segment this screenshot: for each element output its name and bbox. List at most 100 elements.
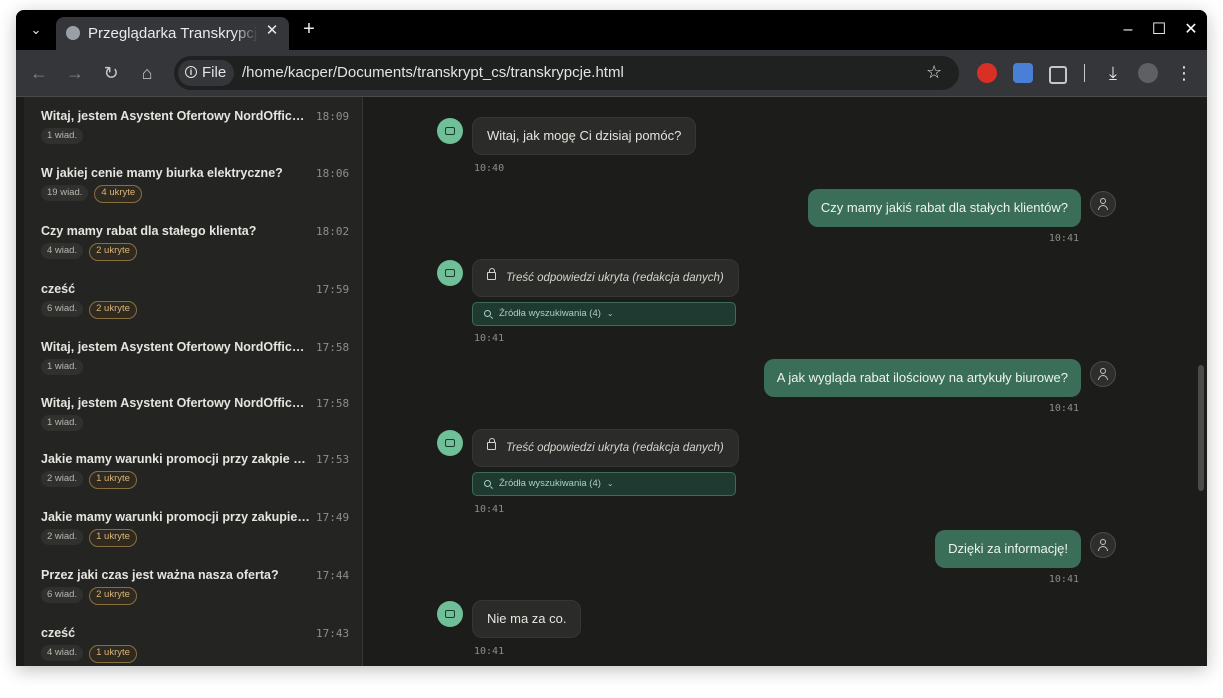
bot-avatar-icon — [437, 260, 463, 286]
conversation-time: 18:09 — [316, 110, 350, 123]
extension-translate-icon[interactable] — [1013, 63, 1033, 83]
back-arrow-icon[interactable]: ← — [28, 62, 50, 84]
message-time: 10:41 — [474, 333, 505, 344]
tab-strip: ⌄ Przeglądarka Transkrypcji ✕ + – ☐ ✕ — [16, 10, 1207, 50]
message-time: 10:41 — [1048, 233, 1079, 244]
download-icon[interactable]: ⤓ — [1103, 63, 1123, 83]
reload-icon[interactable]: ↻ — [100, 62, 122, 84]
redacted-text: Treść odpowiedzi ukryta (redakcja danych… — [506, 272, 724, 284]
bookmark-star-icon[interactable]: ☆ — [926, 62, 942, 83]
bot-message-bubble: Nie ma za co. — [472, 600, 582, 638]
chat-panel: 10:40 Witaj, jak mogę Ci dzisiaj pomóc? 1… — [363, 97, 1207, 666]
message-count-badge: 1 wiad. — [41, 359, 84, 375]
info-icon: i — [185, 66, 197, 78]
user-message-bubble: Czy mamy jakiś rabat dla stałych klientó… — [807, 189, 1081, 227]
conversation-time: 17:58 — [316, 341, 350, 354]
user-avatar-icon — [1090, 361, 1116, 387]
search-sources-toggle[interactable]: Źródła wyszukiwania (4) ⌄ — [472, 472, 736, 496]
site-info-chip[interactable]: i File — [178, 60, 234, 86]
conversation-title: Witaj, jestem Asystent Ofertowy NordOffi… — [41, 396, 311, 410]
message-count-badge: 4 wiad. — [41, 645, 84, 661]
conversation-item[interactable]: Przez jaki czas jest ważna nasza oferta?… — [24, 556, 362, 614]
maximize-icon[interactable]: ☐ — [1149, 20, 1169, 40]
conversation-badges: 4 wiad. 1 ukryte — [41, 645, 137, 663]
conversation-time: 17:49 — [316, 511, 350, 524]
conversation-item[interactable]: Jakie mamy warunki promocji przy zakupie… — [24, 498, 362, 556]
conversation-item[interactable]: Czy mamy rabat dla stałego klienta? 18:02… — [24, 212, 362, 270]
conversation-item[interactable]: cześć 17:43 4 wiad. 1 ukryte — [24, 614, 362, 666]
conversation-time: 18:02 — [316, 225, 350, 238]
conversation-title: Witaj, jestem Asystent Ofertowy NordOffi… — [41, 340, 311, 354]
conversation-title: Witaj, jestem Asystent Ofertowy NordOffi… — [41, 109, 311, 123]
bot-message-bubble: Witaj, jak mogę Ci dzisiaj pomóc? — [472, 117, 697, 155]
conversation-title: Czy mamy rabat dla stałego klienta? — [41, 224, 257, 238]
conversation-item[interactable]: Jakie mamy warunki promocji przy zakpie … — [24, 440, 362, 498]
hidden-count-badge: 1 ukryte — [89, 529, 137, 547]
conversation-list[interactable]: Witaj, jestem Asystent Ofertowy NordOffi… — [24, 97, 363, 666]
tab-title: Przeglądarka Transkrypcji — [88, 25, 258, 42]
bot-avatar-icon — [437, 430, 463, 456]
conversation-item[interactable]: Witaj, jestem Asystent Ofertowy NordOffi… — [24, 328, 362, 386]
extensions-puzzle-icon[interactable] — [1049, 66, 1067, 84]
hidden-count-badge: 2 ukryte — [89, 243, 137, 261]
toolbar-divider — [1084, 64, 1085, 82]
redacted-text: Treść odpowiedzi ukryta (redakcja danych… — [506, 442, 724, 454]
message-time: 10:41 — [1048, 574, 1079, 585]
message-count-badge: 2 wiad. — [41, 471, 84, 487]
home-icon[interactable]: ⌂ — [136, 62, 158, 84]
user-avatar-icon — [1090, 532, 1116, 558]
search-sources-toggle[interactable]: Źródła wyszukiwania (4) ⌄ — [472, 302, 736, 326]
hidden-count-badge: 4 ukryte — [94, 185, 143, 203]
message-time: 10:41 — [474, 646, 505, 657]
conversation-badges: 6 wiad. 2 ukryte — [41, 301, 137, 319]
hidden-count-badge: 2 ukryte — [89, 587, 137, 605]
conversation-badges: 4 wiad. 2 ukryte — [41, 243, 137, 261]
conversation-item[interactable]: W jakiej cenie mamy biurka elektryczne? 1… — [24, 154, 362, 212]
message-count-badge: 1 wiad. — [41, 415, 84, 431]
search-icon — [484, 310, 491, 317]
tab-active[interactable]: Przeglądarka Transkrypcji ✕ — [56, 17, 289, 50]
conversation-badges: 1 wiad. — [41, 128, 84, 146]
extension-adblock-icon[interactable] — [977, 63, 997, 83]
message-time: 10:41 — [474, 504, 505, 515]
message-count-badge: 1 wiad. — [41, 128, 84, 144]
conversation-time: 17:58 — [316, 397, 350, 410]
conversation-badges: 2 wiad. 1 ukryte — [41, 471, 137, 489]
close-tab-icon[interactable]: ✕ — [263, 22, 281, 40]
conversation-item[interactable]: cześć 17:59 6 wiad. 2 ukryte — [24, 270, 362, 328]
new-tab-plus-icon[interactable]: + — [299, 19, 319, 39]
conversation-badges: 1 wiad. — [41, 415, 84, 433]
profile-avatar-icon[interactable] — [1138, 63, 1158, 83]
message-count-badge: 6 wiad. — [41, 587, 84, 603]
address-bar[interactable]: i File /home/kacper/Documents/transkrypt… — [174, 56, 959, 90]
chat-scrollbar[interactable] — [1198, 365, 1204, 491]
conversation-item[interactable]: Witaj, jestem Asystent Ofertowy NordOffi… — [24, 384, 362, 442]
lock-icon — [487, 438, 496, 450]
hidden-count-badge: 1 ukryte — [89, 645, 137, 663]
user-message-bubble: Dzięki za informację! — [935, 530, 1081, 568]
redacted-message-bubble: Treść odpowiedzi ukryta (redakcja danych… — [472, 429, 739, 467]
chevron-down-icon: ⌄ — [606, 479, 614, 488]
forward-arrow-icon[interactable]: → — [64, 62, 86, 84]
url-text[interactable]: /home/kacper/Documents/transkrypt_cs/tra… — [242, 64, 624, 81]
globe-icon — [66, 26, 80, 40]
user-avatar-icon — [1090, 191, 1116, 217]
page-content: Witaj, jestem Asystent Ofertowy NordOffi… — [16, 96, 1207, 666]
bot-avatar-icon — [437, 601, 463, 627]
conversation-badges: 6 wiad. 2 ukryte — [41, 587, 137, 605]
close-window-icon[interactable]: ✕ — [1181, 20, 1201, 40]
conversation-badges: 2 wiad. 1 ukryte — [41, 529, 137, 547]
browser-window: ⌄ Przeglądarka Transkrypcji ✕ + – ☐ ✕ ← … — [16, 10, 1207, 666]
conversation-item[interactable]: Witaj, jestem Asystent Ofertowy NordOffi… — [24, 97, 362, 155]
minimize-icon[interactable]: – — [1118, 20, 1138, 40]
conversation-title: Przez jaki czas jest ważna nasza oferta? — [41, 568, 279, 582]
tab-search-chevron-icon[interactable]: ⌄ — [24, 18, 48, 42]
message-count-badge: 2 wiad. — [41, 529, 84, 545]
lock-icon — [487, 268, 496, 280]
conversation-title: cześć — [41, 282, 76, 296]
menu-kebab-icon[interactable]: ⋮ — [1174, 63, 1194, 83]
conversation-time: 17:53 — [316, 453, 350, 466]
bot-avatar-icon — [437, 118, 463, 144]
conversation-title: Jakie mamy warunki promocji przy zakupie… — [41, 510, 311, 524]
site-info-label: File — [202, 64, 227, 81]
